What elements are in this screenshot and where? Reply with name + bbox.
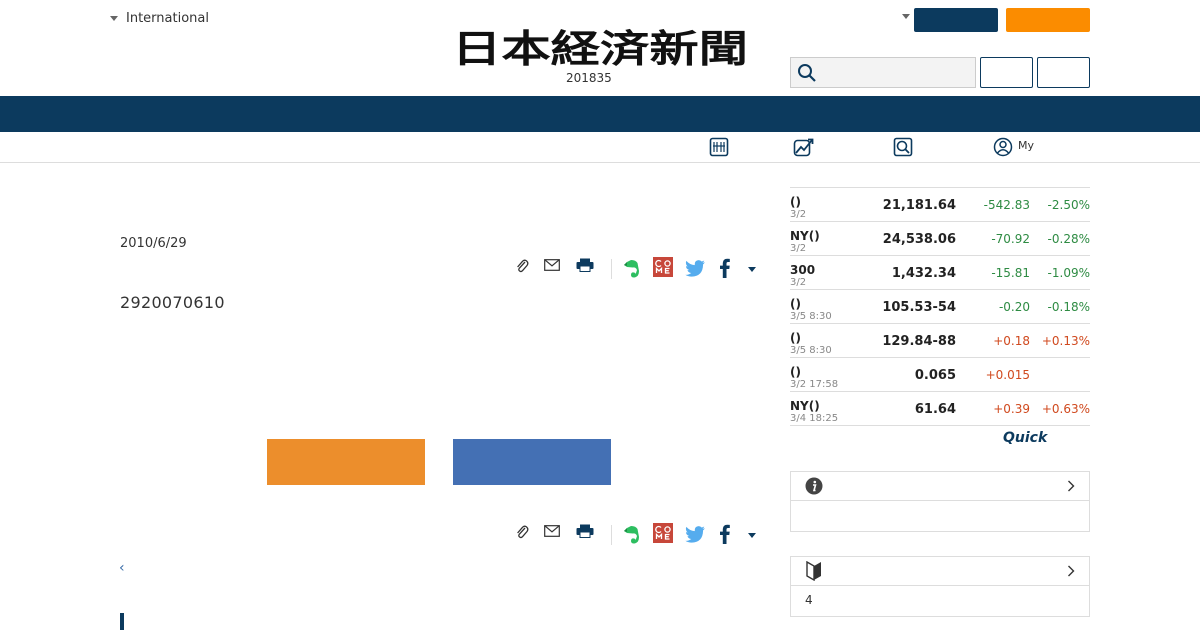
market-change: +0.39 (993, 402, 1030, 416)
article-date: 2010/6/29 (120, 236, 187, 251)
market-row[interactable]: NY() 3/2 24,538.06 -70.92 -0.28% (790, 222, 1090, 256)
search-box[interactable] (790, 57, 976, 88)
market-name: () (790, 365, 801, 379)
beginner-box-text: 4 (805, 593, 813, 607)
beginner-box: 4 (790, 556, 1090, 617)
market-value: 129.84-88 (882, 334, 956, 349)
market-data-table: () 3/2 21,181.64 -542.83 -2.50% NY() 3/2 24,538… (790, 187, 1090, 426)
trial-button[interactable] (1006, 8, 1090, 32)
article-body: 2920070610 (120, 293, 225, 312)
market-time: 3/2 (790, 209, 807, 220)
info-box-header[interactable] (791, 472, 1089, 501)
edition-label: International (126, 11, 209, 26)
share-more-dropdown-icon[interactable] (748, 533, 756, 538)
market-change: +0.015 (985, 368, 1030, 382)
clip-icon[interactable] (515, 524, 529, 540)
market-row[interactable]: () 3/2 21,181.64 -542.83 -2.50% (790, 188, 1090, 222)
twitter-icon[interactable] (685, 260, 706, 277)
evernote-icon[interactable] (623, 525, 640, 545)
facebook-icon[interactable] (720, 258, 730, 278)
chevron-down-icon (110, 16, 118, 21)
user-icon[interactable] (993, 137, 1013, 157)
market-row[interactable]: () 3/5 8:30 129.84-88 +0.18 +0.13% (790, 324, 1090, 358)
main-nav-bar (0, 96, 1200, 132)
market-name: () (790, 297, 801, 311)
chevron-right-icon (1067, 480, 1075, 492)
market-name: () (790, 195, 801, 209)
blue-action-button[interactable] (453, 439, 611, 485)
nikkei-logo[interactable]: 日本経済新聞 (452, 28, 748, 68)
share-bar-top (512, 257, 762, 281)
market-change-pct: -1.09% (1047, 266, 1090, 280)
market-name: NY() (790, 229, 820, 243)
subscribe-button[interactable] (914, 8, 998, 32)
share-bar-bottom (512, 523, 762, 547)
market-change: -15.81 (991, 266, 1030, 280)
market-time: 3/2 17:58 (790, 379, 839, 390)
share-divider (611, 525, 612, 545)
market-name: NY() (790, 399, 820, 413)
market-change-pct: -0.18% (1047, 300, 1090, 314)
come-share-icon[interactable] (653, 523, 673, 543)
market-name: 300 (790, 263, 816, 277)
mail-icon[interactable] (544, 259, 560, 271)
market-change-pct: -0.28% (1047, 232, 1090, 246)
info-icon (805, 477, 823, 495)
twitter-icon[interactable] (685, 526, 706, 543)
search-icon[interactable] (797, 63, 817, 83)
market-change: -70.92 (991, 232, 1030, 246)
edition-selector[interactable]: International (110, 11, 209, 26)
section-heading-marker (120, 613, 124, 630)
search-input[interactable] (823, 58, 973, 87)
market-value: 21,181.64 (882, 198, 956, 213)
mail-icon[interactable] (544, 525, 560, 537)
market-value: 61.64 (914, 402, 956, 417)
share-more-dropdown-icon[interactable] (748, 267, 756, 272)
beginner-box-header[interactable] (791, 557, 1089, 586)
market-time: 3/2 (790, 277, 807, 288)
market-time: 3/4 18:25 (790, 413, 839, 424)
chevron-down-icon[interactable] (902, 14, 910, 19)
market-value: 0.065 (914, 368, 956, 383)
market-name: () (790, 331, 801, 345)
login-button[interactable] (980, 57, 1033, 88)
orange-action-button[interactable] (267, 439, 425, 485)
market-change: -542.83 (983, 198, 1030, 212)
chevron-right-icon (1067, 565, 1075, 577)
clip-icon[interactable] (515, 258, 529, 274)
market-time: 3/5 8:30 (790, 345, 832, 356)
svg-text:日本経済新聞: 日本経済新聞 (452, 28, 748, 68)
info-box (790, 471, 1090, 532)
my-nikkei-label[interactable]: My (1018, 139, 1034, 152)
search-icon[interactable] (893, 137, 913, 157)
evernote-icon[interactable] (623, 259, 640, 279)
register-button[interactable] (1037, 57, 1090, 88)
market-row[interactable]: () 3/2 17:58 0.065 +0.015 (790, 358, 1090, 392)
come-share-icon[interactable] (653, 257, 673, 277)
market-change-pct: +0.63% (1041, 402, 1090, 416)
share-divider (611, 259, 612, 279)
back-link[interactable]: ‹ (119, 560, 125, 576)
newspaper-viewer-icon[interactable] (709, 137, 729, 157)
print-icon[interactable] (576, 524, 594, 538)
market-chart-icon[interactable] (793, 137, 814, 157)
market-row[interactable]: 300 3/2 1,432.34 -15.81 -1.09% (790, 256, 1090, 290)
market-time: 3/2 (790, 243, 807, 254)
market-value: 105.53-54 (882, 300, 956, 315)
sub-nav: My (0, 132, 1200, 163)
market-change: +0.18 (993, 334, 1030, 348)
edition-number: 201835 (566, 71, 612, 85)
beginner-mark-icon (806, 561, 822, 581)
market-time: 3/5 8:30 (790, 311, 832, 322)
market-change: -0.20 (998, 300, 1030, 314)
market-value: 1,432.34 (891, 266, 956, 281)
print-icon[interactable] (576, 258, 594, 272)
market-change-pct: +0.13% (1041, 334, 1090, 348)
market-row[interactable]: () 3/5 8:30 105.53-54 -0.20 -0.18% (790, 290, 1090, 324)
market-value: 24,538.06 (882, 232, 956, 247)
market-row[interactable]: NY() 3/4 18:25 61.64 +0.39 +0.63% (790, 392, 1090, 426)
facebook-icon[interactable] (720, 524, 730, 544)
quick-logo[interactable]: Quick (1003, 430, 1047, 446)
market-change-pct: -2.50% (1047, 198, 1090, 212)
